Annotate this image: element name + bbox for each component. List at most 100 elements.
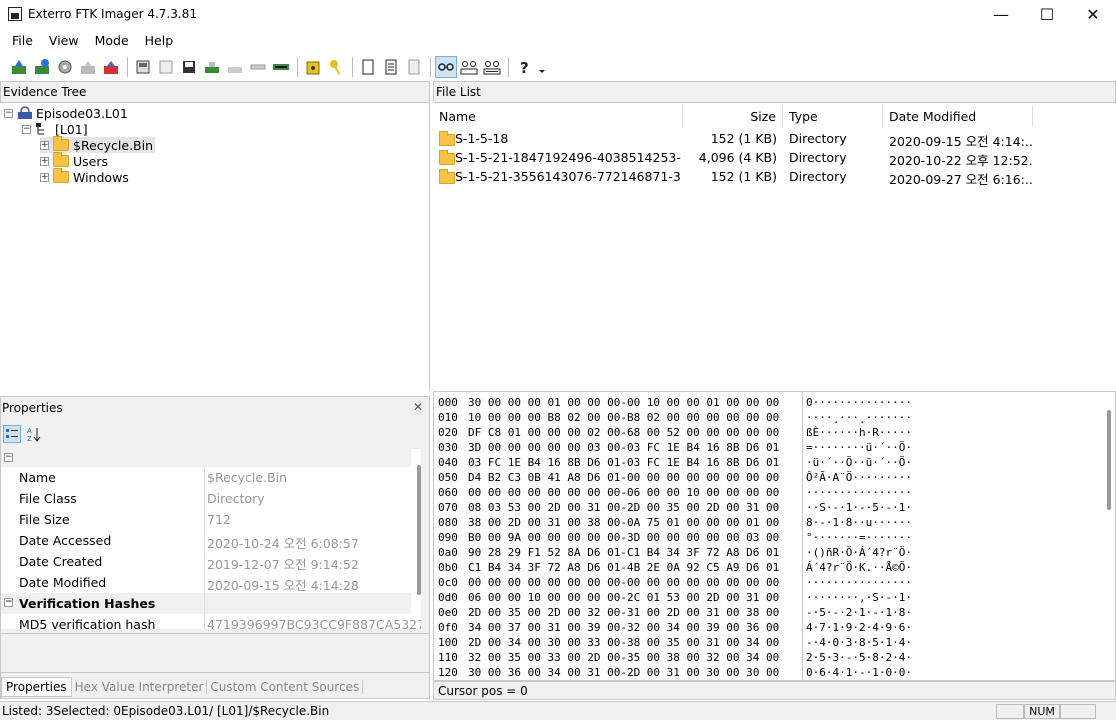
property-row[interactable]: File Class Directory [1,488,411,509]
property-row[interactable]: Name $Recycle.Bin [1,467,411,488]
file-row[interactable]: S-1-5-21-3556143076-772146871-35... 152 … [433,167,1116,187]
hex-bytes[interactable]: C1 B4 34 3F 72 A8 D6 01-4B 2E 0A 92 C5 A… [468,561,779,574]
hex-ascii[interactable]: ················ [806,486,912,499]
image-mounting-icon[interactable] [54,56,76,78]
hex-viewer[interactable]: 000 30 00 00 00 01 00 00 00-00 10 00 00 0… [433,391,1116,681]
tree-node-evidence[interactable]: − Episode03.L01 [4,105,128,121]
obtain-protected-files-icon[interactable] [224,56,246,78]
capture-memory-icon[interactable] [201,56,223,78]
tree-node-users[interactable]: + Users [40,152,108,169]
tab-custom-content-sources[interactable]: Custom Content Sources [207,680,364,694]
hex-ascii[interactable]: ·()ñR·Ö·Á´4?r¨Ö· [806,546,912,559]
property-scrollbar[interactable] [417,465,421,595]
menu-mode[interactable]: Mode [89,31,135,50]
column-name[interactable]: Name [433,105,683,127]
decrypt-icon[interactable] [302,56,324,78]
hex-bytes[interactable]: 06 00 00 10 00 00 00 00-2C 01 53 00 2D 0… [468,591,779,604]
hex-ascii[interactable]: ················ [806,576,912,589]
memory-capture-icon[interactable] [270,56,292,78]
hex-ascii[interactable]: =········ü·´··Ö· [806,441,912,454]
new-document-icon[interactable] [357,56,379,78]
create-disk-image-icon[interactable] [132,56,154,78]
maximize-button[interactable]: ☐ [1024,0,1070,28]
tree-node-recycle-bin[interactable]: + $Recycle.Bin [40,136,156,153]
file-row[interactable]: S-1-5-21-1847192496-4038514253-5... 4,09… [433,148,1116,168]
property-row[interactable]: Date Accessed 2020-10-24 오전 6:08:57 [1,530,411,551]
hex-bytes[interactable]: 2D 00 34 00 30 00 33 00-38 00 35 00 31 0… [468,636,779,649]
toolbar-overflow-icon[interactable] [536,56,548,78]
auto-view-icon[interactable] [435,56,457,78]
hex-ascii[interactable]: °·······=······· [806,531,912,544]
hex-ascii[interactable]: 8·-·1·8··u······ [806,516,912,529]
expand-icon[interactable]: + [40,172,49,182]
tab-properties[interactable]: Properties [1,677,72,697]
hex-scrollbar[interactable] [1107,410,1111,510]
column-type[interactable]: Type [783,105,883,127]
hex-bytes[interactable]: 10 00 00 00 B8 02 00 00-B8 02 00 00 00 0… [468,411,779,424]
minimize-button[interactable]: — [978,0,1024,28]
hex-ascii[interactable]: Ô²Ã·A¨Ö········· [806,471,912,484]
expand-icon[interactable]: + [40,156,49,166]
menu-file[interactable]: File [6,31,39,50]
tree-node-windows[interactable]: + Windows [40,168,129,185]
hex-ascii[interactable]: 4·7·1·9·2·4·9·6· [806,621,912,634]
tree-node-l01[interactable]: − [L01] [22,121,88,137]
evidence-tree[interactable]: − Episode03.L01 − [L01] + $Recycle.Bin +… [0,103,430,391]
hex-bytes[interactable]: 34 00 37 00 31 00 39 00-32 00 34 00 39 0… [468,621,779,634]
detect-encryption-icon[interactable] [247,56,269,78]
hex-bytes[interactable]: 30 00 36 00 34 00 31 00-2D 00 31 00 30 0… [468,666,779,679]
close-icon[interactable]: ✕ [413,400,423,414]
collapse-icon[interactable]: − [4,598,13,607]
column-size[interactable]: Size [683,105,783,127]
hex-ascii[interactable]: 0··············· [806,396,912,409]
save-icon[interactable] [178,56,200,78]
key-icon[interactable] [325,56,347,78]
export-disk-image-icon[interactable] [155,56,177,78]
hex-bytes[interactable]: 38 00 2D 00 31 00 38 00-0A 75 01 00 00 0… [468,516,779,529]
file-row[interactable]: S-1-5-18 152 (1 KB) Directory 2020-09-15… [433,129,1116,149]
close-button[interactable]: ✕ [1070,0,1116,28]
help-icon[interactable]: ? [513,56,535,78]
menu-help[interactable]: Help [139,31,180,50]
add-evidence-icon[interactable] [8,56,30,78]
hex-view-icon[interactable] [481,56,503,78]
collapse-icon[interactable]: − [22,124,31,134]
menu-view[interactable]: View [43,31,85,50]
property-row[interactable]: File Size 712 [1,509,411,530]
hex-bytes[interactable]: 03 FC 1E B4 16 8B D6 01-03 FC 1E B4 16 8… [468,456,779,469]
add-all-evidence-icon[interactable] [31,56,53,78]
property-row[interactable]: Date Modified 2020-09-15 오전 4:14:28 [1,572,411,593]
hex-ascii[interactable]: ßÈ······h·R····· [806,426,912,439]
hex-document-icon[interactable] [403,56,425,78]
hex-bytes[interactable]: B0 00 9A 00 00 00 00 00-3D 00 00 00 00 0… [468,531,779,544]
hex-ascii[interactable]: ·ü·´··Ö··ü·´··Ö· [806,456,912,469]
hex-bytes[interactable]: 00 00 00 00 00 00 00 00-06 00 00 10 00 0… [468,486,779,499]
hex-ascii[interactable]: Á´4?r¨Ö·K.··Å©Ö· [806,561,912,574]
hex-bytes[interactable]: D4 B2 C3 0B 41 A8 D6 01-00 00 00 00 00 0… [468,471,779,484]
collapse-icon[interactable]: − [4,453,13,462]
hex-ascii[interactable]: ········,·S·-·1· [806,591,912,604]
collapse-icon[interactable]: − [4,108,13,118]
remove-evidence-icon[interactable] [77,56,99,78]
remove-all-evidence-icon[interactable] [100,56,122,78]
hex-bytes[interactable]: 3D 00 00 00 00 00 03 00-03 FC 1E B4 16 8… [468,441,779,454]
column-date-modified[interactable]: Date Modified [883,105,1033,127]
tab-hex-value-interpreter[interactable]: Hex Value Interpreter [72,680,208,694]
hex-bytes[interactable]: 32 00 35 00 33 00 2D 00-35 00 38 00 32 0… [468,651,779,664]
hex-bytes[interactable]: 30 00 00 00 01 00 00 00-00 10 00 00 01 0… [468,396,779,409]
categorized-icon[interactable] [3,425,21,443]
hex-bytes[interactable]: 00 00 00 00 00 00 00 00-00 00 00 00 00 0… [468,576,779,589]
hex-bytes[interactable]: 90 28 29 F1 52 8A D6 01-C1 B4 34 3F 72 A… [468,546,779,559]
hex-ascii[interactable]: -·5·-·2·1·-·1·8· [806,606,912,619]
hex-ascii[interactable]: ··S·-·1·-·5·-·1· [806,501,912,514]
hex-ascii[interactable]: ····¸···¸······· [806,411,912,424]
text-view-icon[interactable] [458,56,480,78]
hex-bytes[interactable]: 2D 00 35 00 2D 00 32 00-31 00 2D 00 31 0… [468,606,779,619]
expand-icon[interactable]: + [40,140,49,150]
hex-ascii[interactable]: -·4·0·3·8·5·1·4· [806,636,912,649]
property-row[interactable]: MD5 verification hash 4719396997BC93CC9F8… [1,614,421,629]
hex-bytes[interactable]: DF C8 01 00 00 00 02 00-68 00 52 00 00 0… [468,426,779,439]
property-category[interactable]: − Verification Hashes [1,593,411,614]
sort-alpha-icon[interactable]: AZ [25,425,43,443]
hex-bytes[interactable]: 08 03 53 00 2D 00 31 00-2D 00 35 00 2D 0… [468,501,779,514]
